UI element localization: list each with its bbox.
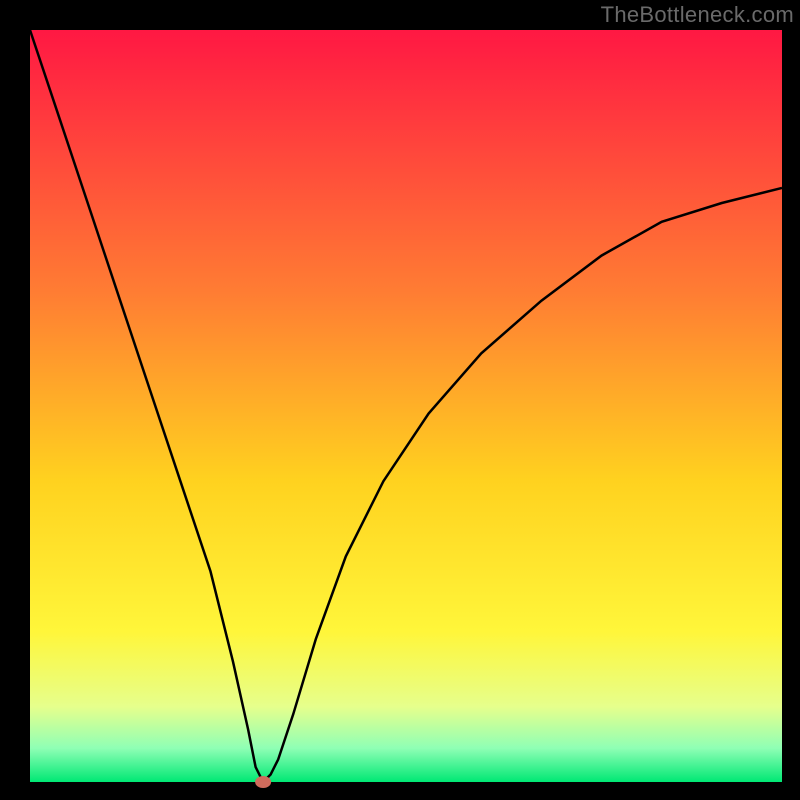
chart-frame: TheBottleneck.com [0, 0, 800, 800]
plot-background [30, 30, 782, 782]
watermark-text: TheBottleneck.com [601, 2, 794, 28]
bottleneck-chart [0, 0, 800, 800]
optimal-point-marker [255, 776, 271, 788]
